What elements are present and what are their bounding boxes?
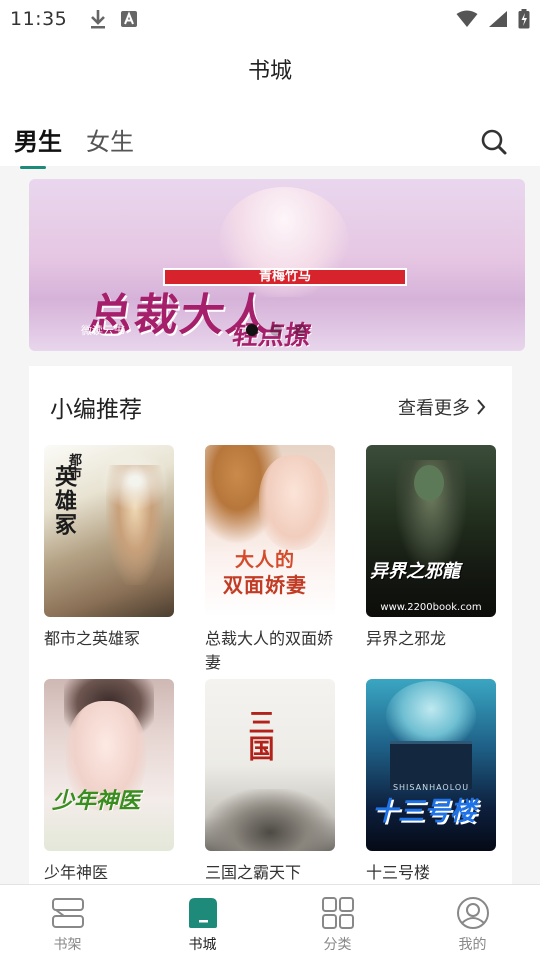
signal-icon bbox=[489, 11, 507, 27]
book-card[interactable]: 少年神医 少年神医 bbox=[44, 679, 174, 885]
a-box-icon bbox=[121, 11, 138, 27]
book-cover: SHISANHAOLOU 十三号楼 bbox=[366, 679, 496, 851]
book-title: 三国之霸天下 bbox=[205, 863, 302, 882]
bookshelf-icon bbox=[51, 898, 84, 928]
nav-label: 书架 bbox=[53, 937, 82, 953]
status-bar: 11:35 bbox=[0, 0, 540, 38]
book-cover: 少年神医 bbox=[44, 679, 174, 851]
pagination-dot[interactable] bbox=[270, 324, 282, 336]
book-title: 十三号楼 bbox=[366, 863, 431, 882]
bottom-nav: 书架 书城 分类 我的 bbox=[0, 884, 540, 960]
active-tab-indicator bbox=[20, 166, 46, 169]
wifi-icon bbox=[456, 10, 478, 27]
book-title: 都市之英雄冢 bbox=[44, 629, 141, 648]
nav-item-profile[interactable]: 我的 bbox=[405, 885, 540, 960]
bookstore-icon bbox=[188, 898, 217, 928]
page-title: 书城 bbox=[247, 59, 292, 84]
banner-small-text: 微读云书 bbox=[81, 324, 125, 337]
nav-item-bookstore[interactable]: 书城 bbox=[135, 885, 270, 960]
cover-title: 十三号楼 bbox=[372, 797, 477, 827]
cover-title-line2: 双面娇妻 bbox=[223, 573, 307, 597]
cover-url: www.2200book.com bbox=[380, 602, 482, 613]
cover-title: 三国 bbox=[244, 709, 274, 761]
category-grid-icon bbox=[321, 897, 354, 929]
book-card[interactable]: 异界之邪龍 www.2200book.com 异界之邪龙 bbox=[366, 445, 496, 651]
nav-item-bookshelf[interactable]: 书架 bbox=[0, 885, 135, 960]
download-icon bbox=[91, 10, 106, 29]
see-more-link[interactable]: 查看更多 bbox=[398, 394, 486, 420]
search-icon[interactable] bbox=[480, 128, 508, 156]
nav-label: 分类 bbox=[323, 937, 352, 953]
cover-title: 英雄冢 bbox=[51, 465, 77, 537]
tab-male[interactable]: 男生 bbox=[14, 122, 62, 157]
editor-picks-section: 小编推荐 查看更多 都市 英雄冢 都市之英雄冢 大人的 双面娇妻 总裁大人的双面… bbox=[29, 366, 512, 886]
cover-title: 异界之邪龍 bbox=[370, 561, 460, 582]
book-card[interactable]: SHISANHAOLOU 十三号楼 十三号楼 bbox=[366, 679, 496, 885]
section-title: 小编推荐 bbox=[50, 397, 142, 423]
tab-female[interactable]: 女生 bbox=[86, 122, 134, 157]
book-cover: 异界之邪龍 www.2200book.com bbox=[366, 445, 496, 617]
status-time: 11:35 bbox=[10, 8, 68, 30]
nav-label: 我的 bbox=[458, 937, 487, 953]
app-header: 书城 bbox=[0, 38, 540, 100]
book-cover: 大人的 双面娇妻 bbox=[205, 445, 335, 617]
pagination-dot[interactable] bbox=[246, 324, 258, 336]
banner-pagination bbox=[246, 324, 306, 336]
pagination-dot[interactable] bbox=[294, 324, 306, 336]
nav-label: 书城 bbox=[188, 937, 217, 953]
book-card[interactable]: 大人的 双面娇妻 总裁大人的双面娇妻 bbox=[205, 445, 335, 675]
promo-banner[interactable]: 青梅竹马 总裁大人 轻点撩 微读云书 bbox=[29, 179, 525, 351]
see-more-label: 查看更多 bbox=[398, 398, 470, 419]
book-cover: 都市 英雄冢 bbox=[44, 445, 174, 617]
book-card[interactable]: 都市 英雄冢 都市之英雄冢 bbox=[44, 445, 174, 651]
book-title: 总裁大人的双面娇妻 bbox=[205, 629, 334, 672]
chevron-right-icon bbox=[477, 399, 486, 415]
book-title: 少年神医 bbox=[44, 863, 109, 882]
book-card[interactable]: 三国 三国之霸天下 bbox=[205, 679, 335, 885]
nav-item-category[interactable]: 分类 bbox=[270, 885, 405, 960]
book-title: 异界之邪龙 bbox=[366, 629, 447, 648]
book-cover: 三国 bbox=[205, 679, 335, 851]
gender-tabs: 男生 女生 bbox=[0, 100, 540, 169]
cover-title: 少年神医 bbox=[52, 788, 141, 814]
profile-icon bbox=[456, 897, 489, 929]
cover-title-line1: 大人的 bbox=[235, 549, 296, 571]
battery-icon bbox=[518, 9, 530, 29]
